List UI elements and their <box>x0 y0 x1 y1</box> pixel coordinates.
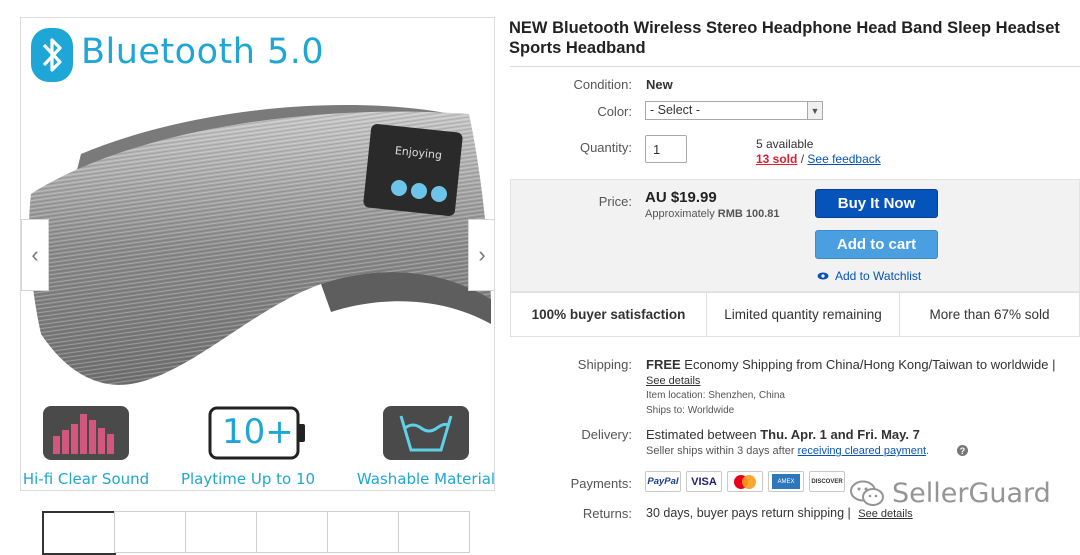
shipping-see-details-link[interactable]: See details <box>646 375 700 387</box>
thumbnail-6[interactable] <box>398 511 470 553</box>
delivery-label: Delivery: <box>581 427 632 442</box>
gallery-prev-button[interactable]: ‹ <box>21 219 49 291</box>
approx-price: Approximately RMB 100.81 <box>645 208 780 220</box>
stat-percent-sold: More than 67% sold <box>929 307 1050 322</box>
price-label: Price: <box>598 194 632 209</box>
feature-label-sound: Hi-fi Clear Sound <box>22 470 150 488</box>
delivery-dates: Thu. Apr. 1 and Fri. May. 7 <box>760 427 920 442</box>
stats-bar: 100% buyer satisfaction Limited quantity… <box>510 292 1080 337</box>
payments-label: Payments: <box>570 476 632 491</box>
mastercard-icon <box>727 471 763 492</box>
thumbnail-3[interactable] <box>185 511 257 553</box>
add-to-cart-button[interactable]: Add to cart <box>815 230 938 259</box>
thumbnail-4[interactable] <box>256 511 328 553</box>
paypal-icon: PayPal <box>645 471 681 492</box>
equalizer-icon <box>43 406 129 460</box>
discover-text: DISCOVER <box>811 478 843 485</box>
stat-buyer-satisfaction: 100% buyer satisfaction <box>531 307 686 322</box>
color-select[interactable]: - Select - ▼ <box>645 101 823 120</box>
feature-label-washable: Washable Material <box>356 470 495 488</box>
returns-text: 30 days, buyer pays return shipping | <box>646 506 851 520</box>
visa-icon: VISA <box>686 471 722 492</box>
discover-icon: DISCOVER <box>809 471 845 492</box>
sold-count-link[interactable]: 13 sold <box>756 152 797 166</box>
quantity-available: 5 available <box>756 137 814 151</box>
battery-hours-text: 10+ <box>222 412 294 452</box>
quantity-input[interactable] <box>645 135 687 163</box>
returns-see-details-link[interactable]: See details <box>858 508 912 520</box>
delivery-estimate: Estimated between Thu. Apr. 1 and Fri. M… <box>646 427 920 442</box>
sold-separator: / <box>800 152 805 166</box>
gallery-next-button[interactable]: › <box>468 219 494 291</box>
watermark-text: SellerGuard <box>892 478 1051 509</box>
shipping-text: Economy Shipping from China/Hong Kong/Ta… <box>684 357 1056 372</box>
returns-label: Returns: <box>582 506 632 521</box>
wechat-icon <box>850 480 884 506</box>
shipping-label: Shipping: <box>577 357 632 372</box>
banner-title: Bluetooth 5.0 <box>81 32 325 72</box>
chevron-down-icon: ▼ <box>807 102 822 119</box>
add-to-watchlist-link[interactable]: Add to Watchlist <box>817 269 921 283</box>
price-value: AU $19.99 <box>645 189 717 206</box>
thumbnail-2[interactable] <box>114 511 186 553</box>
approx-prefix: Approximately <box>645 208 715 220</box>
quantity-label: Quantity: <box>579 140 632 155</box>
battery-icon: 10+ <box>208 406 308 460</box>
feature-label-playtime: Playtime Up to 10 Hours <box>180 470 316 490</box>
see-feedback-link[interactable]: See feedback <box>807 152 880 166</box>
cleared-payment-link[interactable]: receiving cleared payment <box>798 445 926 457</box>
delivery-note-prefix: Seller ships within 3 days after <box>646 445 795 457</box>
watchlist-label: Add to Watchlist <box>835 269 922 283</box>
approx-value: RMB 100.81 <box>717 208 780 220</box>
item-location: Item location: Shenzhen, China <box>646 390 785 401</box>
sold-feedback-line: 13 sold / See feedback <box>756 152 881 166</box>
help-icon[interactable]: ? <box>957 445 968 456</box>
shipping-free: FREE <box>646 357 681 372</box>
amex-icon: AMEX <box>768 471 804 492</box>
bluetooth-logo-icon <box>31 28 73 82</box>
ships-to: Ships to: Worldwide <box>646 405 735 416</box>
color-select-value: - Select - <box>650 103 701 117</box>
product-title: NEW Bluetooth Wireless Stereo Headphone … <box>509 19 1060 57</box>
shipping-line: FREE Economy Shipping from China/Hong Ko… <box>646 357 1080 372</box>
condition-label: Condition: <box>573 77 632 92</box>
amex-text: AMEX <box>772 474 800 489</box>
headband-product-image: Enjoying <box>29 104 491 385</box>
thumbnail-1[interactable] <box>42 511 116 555</box>
color-label: Color: <box>597 104 632 119</box>
eye-icon <box>817 272 829 280</box>
paypal-text: PayPal <box>647 476 679 487</box>
delivery-note: Seller ships within 3 days after receivi… <box>646 445 929 457</box>
buy-it-now-button[interactable]: Buy It Now <box>815 189 938 218</box>
washable-icon <box>383 406 469 460</box>
delivery-prefix: Estimated between <box>646 427 757 442</box>
title-divider <box>510 66 1080 67</box>
condition-value: New <box>646 77 673 92</box>
product-image-gallery[interactable]: Bluetooth 5.0 Enjoying ‹ › 10+ Hi-fi Cle… <box>20 17 495 491</box>
delivery-note-suffix: . <box>926 445 930 457</box>
stat-limited-quantity: Limited quantity remaining <box>724 307 882 322</box>
thumbnail-5[interactable] <box>327 511 399 553</box>
watermark: SellerGuard <box>850 478 1051 509</box>
visa-text: VISA <box>691 475 717 488</box>
